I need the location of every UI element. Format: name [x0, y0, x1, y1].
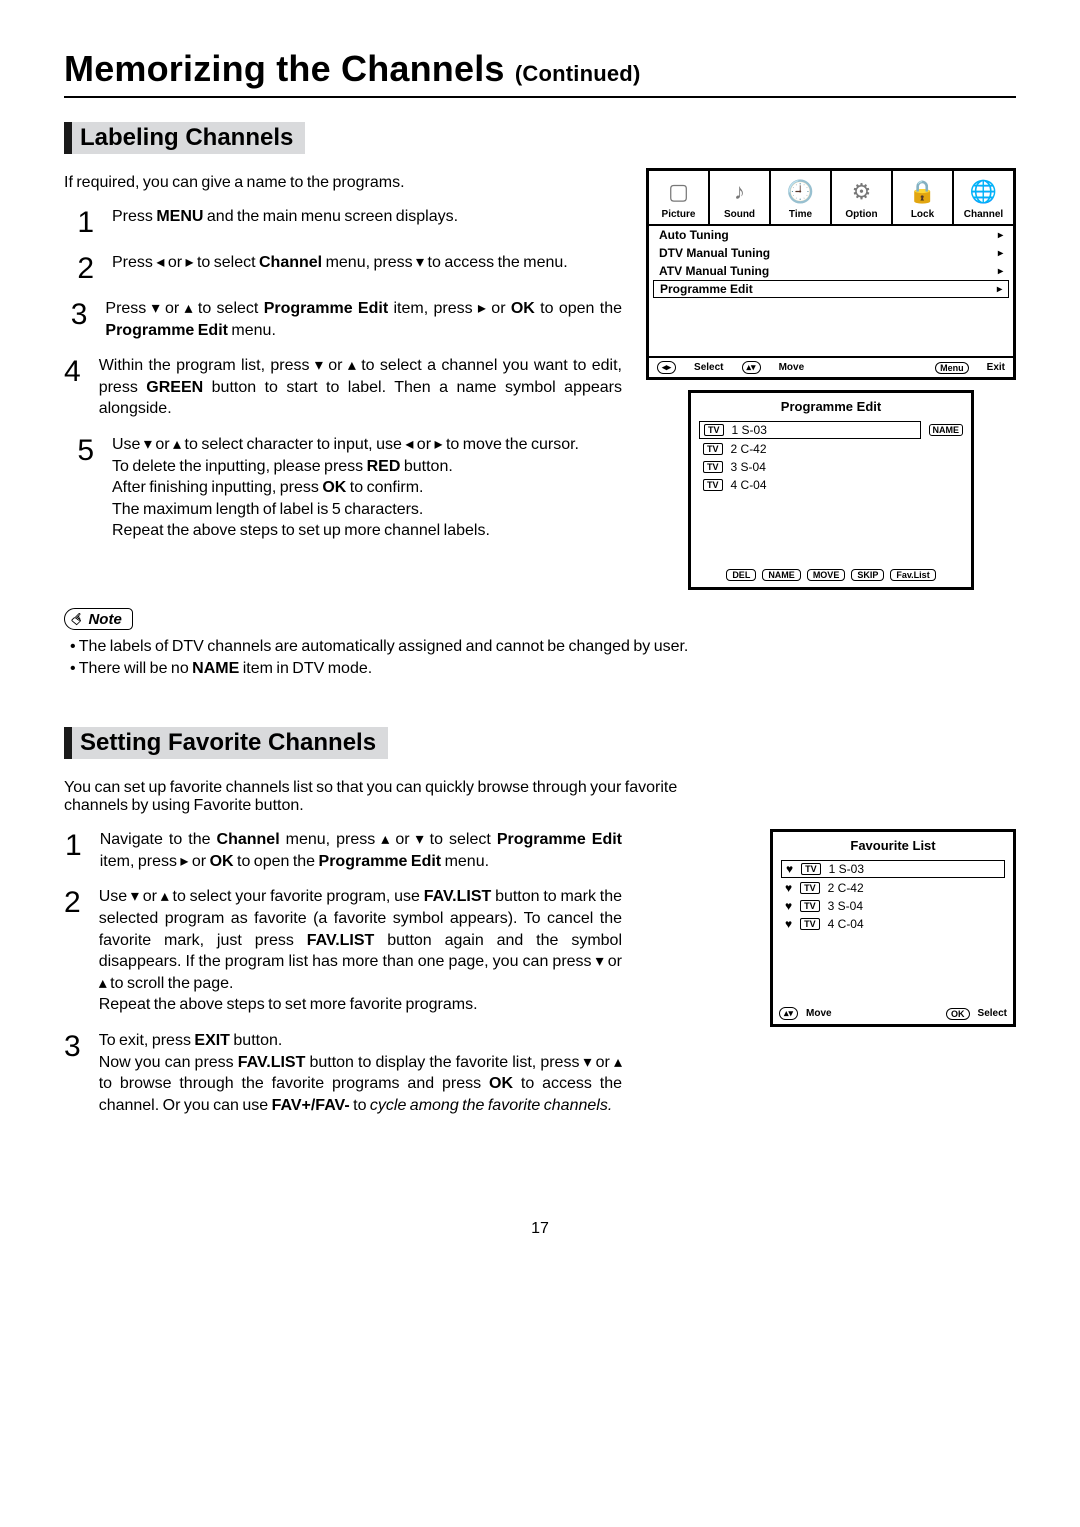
title-divider [64, 96, 1016, 98]
step-body: Use ▾ or ▴ to select your favorite progr… [99, 886, 622, 1016]
page-number: 17 [64, 1220, 1016, 1238]
section-heading-favorite: Setting Favorite Channels [64, 727, 388, 759]
programme-footer: DEL NAME MOVE SKIP Fav.List [691, 564, 971, 587]
note-list: The labels of DTV channels are automatic… [64, 636, 1016, 679]
tv-tag: TV [703, 479, 723, 491]
fav-row-1: ♥TV1 S-03 [773, 859, 1013, 879]
up-down-icon: ▴▾ [779, 1007, 798, 1020]
tv-tag: TV [704, 424, 724, 436]
step-1: 1 Press MENU and the main menu screen di… [64, 206, 622, 238]
picture-icon: ▢ [651, 175, 706, 209]
step-number: 3 [64, 1030, 81, 1116]
page-title: Memorizing the Channels (Continued) [64, 48, 1016, 90]
fav-row-4: ♥TV4 C-04 [773, 915, 1013, 933]
step-number: 2 [64, 252, 94, 284]
step-number: 4 [64, 355, 81, 420]
step-body: Use ▾ or ▴ to select character to input,… [112, 434, 579, 542]
step-body: Within the program list, press ▾ or ▴ to… [99, 355, 622, 420]
heart-icon: ♥ [785, 881, 792, 895]
tab-option: ⚙Option [830, 171, 891, 224]
name-pill: NAME [762, 569, 801, 581]
note-item: The labels of DTV channels are automatic… [70, 636, 1016, 658]
fav-step-1: 1 Navigate to the Channel menu, press ▴ … [64, 829, 622, 872]
step-number: 1 [64, 206, 94, 238]
menu-programme-edit: Programme Edit▸ [653, 280, 1009, 298]
title-main: Memorizing the Channels [64, 48, 515, 89]
tab-lock: 🔒Lock [891, 171, 952, 224]
tv-tag: TV [703, 443, 723, 455]
step-2: 2 Press ◂ or ▸ to select Channel menu, p… [64, 252, 622, 284]
option-icon: ⚙ [834, 175, 889, 209]
tab-picture: ▢Picture [649, 171, 708, 224]
move-pill: MOVE [807, 569, 846, 581]
menu-atv-tuning: ATV Manual Tuning▸ [649, 262, 1013, 280]
tv-tag: TV [801, 863, 821, 875]
chevron-right-icon: ▸ [998, 266, 1003, 277]
sound-icon: ♪ [712, 175, 767, 209]
tab-channel: 🌐Channel [952, 171, 1013, 224]
menu-auto-tuning: Auto Tuning▸ [649, 226, 1013, 244]
note-item: There will be no NAME item in DTV mode. [70, 658, 1016, 680]
time-icon: 🕘 [773, 175, 828, 209]
programme-row-2: TV2 C-42 [691, 440, 971, 458]
tv-tag: TV [800, 900, 820, 912]
favlist-pill: Fav.List [890, 569, 935, 581]
step-body: Press MENU and the main menu screen disp… [112, 206, 458, 238]
osd-footer: ◂▸Select ▴▾Move MenuExit [649, 356, 1013, 377]
osd-tabs: ▢Picture ♪Sound 🕘Time ⚙Option 🔒Lock 🌐Cha… [649, 171, 1013, 226]
tab-sound: ♪Sound [708, 171, 769, 224]
menu-dtv-tuning: DTV Manual Tuning▸ [649, 244, 1013, 262]
chevron-right-icon: ▸ [998, 230, 1003, 241]
labeling-intro: If required, you can give a name to the … [64, 174, 622, 192]
fav-row-3: ♥TV3 S-04 [773, 897, 1013, 915]
programme-edit-title: Programme Edit [691, 393, 971, 420]
step-5: 5 Use ▾ or ▴ to select character to inpu… [64, 434, 622, 542]
fav-step-2: 2 Use ▾ or ▴ to select your favorite pro… [64, 886, 622, 1016]
favorite-intro: You can set up favorite channels list so… [64, 779, 704, 815]
step-number: 3 [64, 298, 87, 341]
note-badge: ☞Note [64, 608, 133, 630]
tv-tag: TV [703, 461, 723, 473]
osd-programme-edit: Programme Edit TV1 S-03 NAME TV2 C-42 TV… [688, 390, 974, 590]
tv-tag: TV [800, 918, 820, 930]
name-badge: NAME [929, 424, 964, 436]
favourite-footer: ▴▾Move OKSelect [773, 1003, 1013, 1024]
finger-icon: ☞ [67, 608, 89, 630]
step-number: 1 [64, 829, 82, 872]
heart-icon: ♥ [785, 917, 792, 931]
osd-channel-menu: ▢Picture ♪Sound 🕘Time ⚙Option 🔒Lock 🌐Cha… [646, 168, 1016, 380]
step-body: Navigate to the Channel menu, press ▴ or… [100, 829, 622, 872]
step-body: To exit, press EXIT button. Now you can … [99, 1030, 622, 1116]
section-heading-labeling: Labeling Channels [64, 122, 305, 154]
skip-pill: SKIP [851, 569, 884, 581]
tab-time: 🕘Time [769, 171, 830, 224]
up-down-icon: ▴▾ [742, 361, 761, 374]
fav-step-3: 3 To exit, press EXIT button. Now you ca… [64, 1030, 622, 1116]
left-right-icon: ◂▸ [657, 361, 676, 374]
programme-row-3: TV3 S-04 [691, 458, 971, 476]
chevron-right-icon: ▸ [998, 248, 1003, 259]
ok-key: OK [946, 1008, 970, 1020]
channel-icon: 🌐 [956, 175, 1011, 209]
fav-row-2: ♥TV2 C-42 [773, 879, 1013, 897]
menu-key: Menu [935, 362, 969, 374]
tv-tag: TV [800, 882, 820, 894]
favourite-list-title: Favourite List [773, 832, 1013, 859]
programme-row-1: TV1 S-03 NAME [691, 420, 971, 440]
step-body: Press ▾ or ▴ to select Programme Edit it… [105, 298, 622, 341]
heart-icon: ♥ [786, 862, 793, 876]
chevron-right-icon: ▸ [997, 284, 1002, 295]
osd-favourite-list: Favourite List ♥TV1 S-03 ♥TV2 C-42 ♥TV3 … [770, 829, 1016, 1027]
del-pill: DEL [726, 569, 756, 581]
step-4: 4 Within the program list, press ▾ or ▴ … [64, 355, 622, 420]
step-number: 5 [64, 434, 94, 542]
step-3: 3 Press ▾ or ▴ to select Programme Edit … [64, 298, 622, 341]
title-continued: (Continued) [515, 61, 641, 86]
lock-icon: 🔒 [895, 175, 950, 209]
heart-icon: ♥ [785, 899, 792, 913]
step-body: Press ◂ or ▸ to select Channel menu, pre… [112, 252, 568, 284]
programme-row-4: TV4 C-04 [691, 476, 971, 494]
step-number: 2 [64, 886, 81, 1016]
